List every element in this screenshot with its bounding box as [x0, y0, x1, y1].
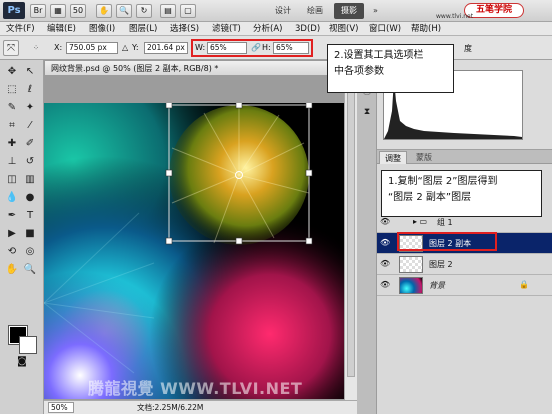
move-tool-icon[interactable]: ✥: [4, 64, 20, 80]
screen-mode-button[interactable]: ▢: [180, 4, 196, 18]
document-tab[interactable]: 网纹背景.psd @ 50% (图层 2 副本, RGB/8) * ×: [44, 60, 344, 75]
lasso-tool-icon[interactable]: ℓ: [22, 82, 38, 98]
menu-layer[interactable]: 图层(L): [126, 22, 160, 36]
options-highlight-box: [191, 39, 313, 57]
layer-name: 组 1: [437, 218, 453, 227]
history-panel-icon[interactable]: ⧗: [359, 104, 375, 120]
callout-step2: 2.设置其工具选项栏 中各项参数: [327, 44, 454, 93]
watermark: 腾龍視覺 WWW.TLVI.NET: [88, 379, 303, 398]
reference-point-icon[interactable]: ⁘: [28, 40, 44, 56]
y-position-field[interactable]: 201.64 px: [144, 42, 188, 54]
hand-tool-button[interactable]: ✋: [96, 4, 112, 18]
lock-icon: 🔒: [519, 280, 529, 289]
3d-rotate-icon[interactable]: ⟲: [4, 244, 20, 260]
toolbox: ✥ ↖ ⬚ ℓ ✎ ✦ ⌗ ⁄ ✚ ✐ ⊥ ↺ ◫ ▥ 💧 ● ✒ T ▶ ■ …: [0, 60, 44, 414]
x-position-field[interactable]: 750.05 px: [66, 42, 118, 54]
workspace-more-button[interactable]: »: [366, 3, 385, 19]
menu-select[interactable]: 选择(S): [167, 22, 202, 36]
menu-view[interactable]: 视图(V): [326, 22, 361, 36]
menu-bar: 文件(F) 编辑(E) 图像(I) 图层(L) 选择(S) 滤镜(T) 分析(A…: [0, 22, 552, 36]
callout-step2-line1: 2.设置其工具选项栏: [334, 50, 424, 61]
visibility-eye-icon[interactable]: 👁: [380, 259, 390, 269]
scroll-thumb[interactable]: [347, 77, 355, 377]
bridge-button[interactable]: Br: [30, 4, 46, 18]
zoom-field[interactable]: 50%: [48, 402, 74, 413]
tool-preset-icon[interactable]: ⤧: [3, 40, 19, 56]
layer-name: 图层 2: [429, 260, 453, 269]
rotate-view-button[interactable]: ↻: [136, 4, 152, 18]
crop-tool-icon[interactable]: ⌗: [4, 118, 20, 134]
visibility-eye-icon[interactable]: 👁: [380, 217, 390, 227]
document-size: 文档:2.25M/6.22M: [137, 403, 204, 412]
pen-tool-icon[interactable]: ✒: [4, 208, 20, 224]
history-brush-icon[interactable]: ↺: [22, 154, 38, 170]
workspace-painting[interactable]: 绘画: [300, 3, 330, 19]
zoom-level-button[interactable]: 50: [70, 4, 86, 18]
eraser-tool-icon[interactable]: ◫: [4, 172, 20, 188]
document-title: 网纹背景.psd @ 50% (图层 2 副本, RGB/8) *: [51, 64, 219, 73]
brush-tool-icon[interactable]: ✐: [22, 136, 38, 152]
brand-logo: 五笔学院 www.tlvi.net: [436, 1, 548, 21]
callout-step1: 1.复制“图层 2”图层得到 “图层 2 副本”图层: [381, 170, 542, 217]
eyedropper-tool-icon[interactable]: ⁄: [22, 118, 38, 134]
menu-3d[interactable]: 3D(D): [292, 22, 323, 36]
document-canvas[interactable]: [44, 103, 345, 399]
app-title-bar: Ps Br ▦ 50 ✋ 🔍 ↻ ▤ ▢ 设计 绘画 摄影 » 五笔学院 www…: [0, 0, 552, 22]
menu-edit[interactable]: 编辑(E): [44, 22, 79, 36]
callout-step2-line2: 中各项参数: [334, 66, 384, 77]
type-tool-icon[interactable]: T: [22, 208, 38, 224]
arrange-documents-button[interactable]: ▤: [160, 4, 176, 18]
marquee-tool-icon[interactable]: ⬚: [4, 82, 20, 98]
dodge-tool-icon[interactable]: ●: [22, 190, 38, 206]
layer-row[interactable]: 👁 图层 2: [377, 254, 552, 275]
workspace-design[interactable]: 设计: [268, 3, 298, 19]
menu-help[interactable]: 帮助(H): [408, 22, 444, 36]
group-folder-icon: ▸ ▭: [413, 217, 428, 226]
background-color-swatch[interactable]: [19, 336, 37, 354]
healing-brush-icon[interactable]: ✚: [4, 136, 20, 152]
zoom-tool-icon[interactable]: 🔍: [22, 262, 38, 278]
3d-orbit-icon[interactable]: ◎: [22, 244, 38, 260]
callout-step1-line2: “图层 2 副本”图层: [388, 192, 472, 203]
status-bar: 50% 文档:2.25M/6.22M: [44, 400, 357, 414]
layer-row-background[interactable]: 👁 背景 🔒: [377, 275, 552, 296]
adjustments-tabs: 调整 蒙版: [377, 150, 552, 164]
menu-analysis[interactable]: 分析(A): [250, 22, 285, 36]
arrow-icon[interactable]: ↖: [22, 64, 38, 80]
delta-icon: △: [122, 43, 129, 52]
clone-stamp-icon[interactable]: ⊥: [4, 154, 20, 170]
layer-thumbnail: [399, 256, 423, 273]
quick-select-tool-icon[interactable]: ✎: [4, 100, 20, 116]
visibility-eye-icon[interactable]: 👁: [380, 238, 390, 248]
menu-image[interactable]: 图像(I): [86, 22, 118, 36]
blur-tool-icon[interactable]: 💧: [4, 190, 20, 206]
gradient-tool-icon[interactable]: ▥: [22, 172, 38, 188]
tab-masks[interactable]: 蒙版: [411, 151, 437, 164]
path-select-icon[interactable]: ▶: [4, 226, 20, 242]
shape-tool-icon[interactable]: ■: [22, 226, 38, 242]
callout-step1-line1: 1.复制“图层 2”图层得到: [388, 176, 498, 187]
tab-adjustments[interactable]: 调整: [379, 151, 407, 164]
hand-tool-icon[interactable]: ✋: [4, 262, 20, 278]
y-label: Y:: [132, 43, 139, 52]
x-label: X:: [54, 43, 63, 52]
visibility-eye-icon[interactable]: 👁: [380, 280, 390, 290]
angle-unit-label: 度: [464, 44, 472, 53]
layer-highlight-box: [397, 232, 497, 251]
magic-wand-icon[interactable]: ✦: [22, 100, 38, 116]
workspace-photography[interactable]: 摄影: [334, 3, 364, 19]
quick-mask-icon[interactable]: ◙: [4, 356, 40, 372]
artwork-image: [44, 103, 345, 399]
zoom-tool-button[interactable]: 🔍: [116, 4, 132, 18]
layer-name: 背景: [429, 281, 445, 290]
layer-thumbnail: [399, 277, 423, 294]
view-extras-button[interactable]: ▦: [50, 4, 66, 18]
brand-url: www.tlvi.net: [436, 13, 474, 20]
photoshop-logo: Ps: [3, 2, 25, 19]
menu-window[interactable]: 窗口(W): [366, 22, 404, 36]
menu-filter[interactable]: 滤镜(T): [209, 22, 244, 36]
collapsed-panel-dock: ▟ ⓘ ⧗: [357, 60, 377, 414]
menu-file[interactable]: 文件(F): [3, 22, 38, 36]
vertical-scrollbar[interactable]: [344, 75, 357, 401]
